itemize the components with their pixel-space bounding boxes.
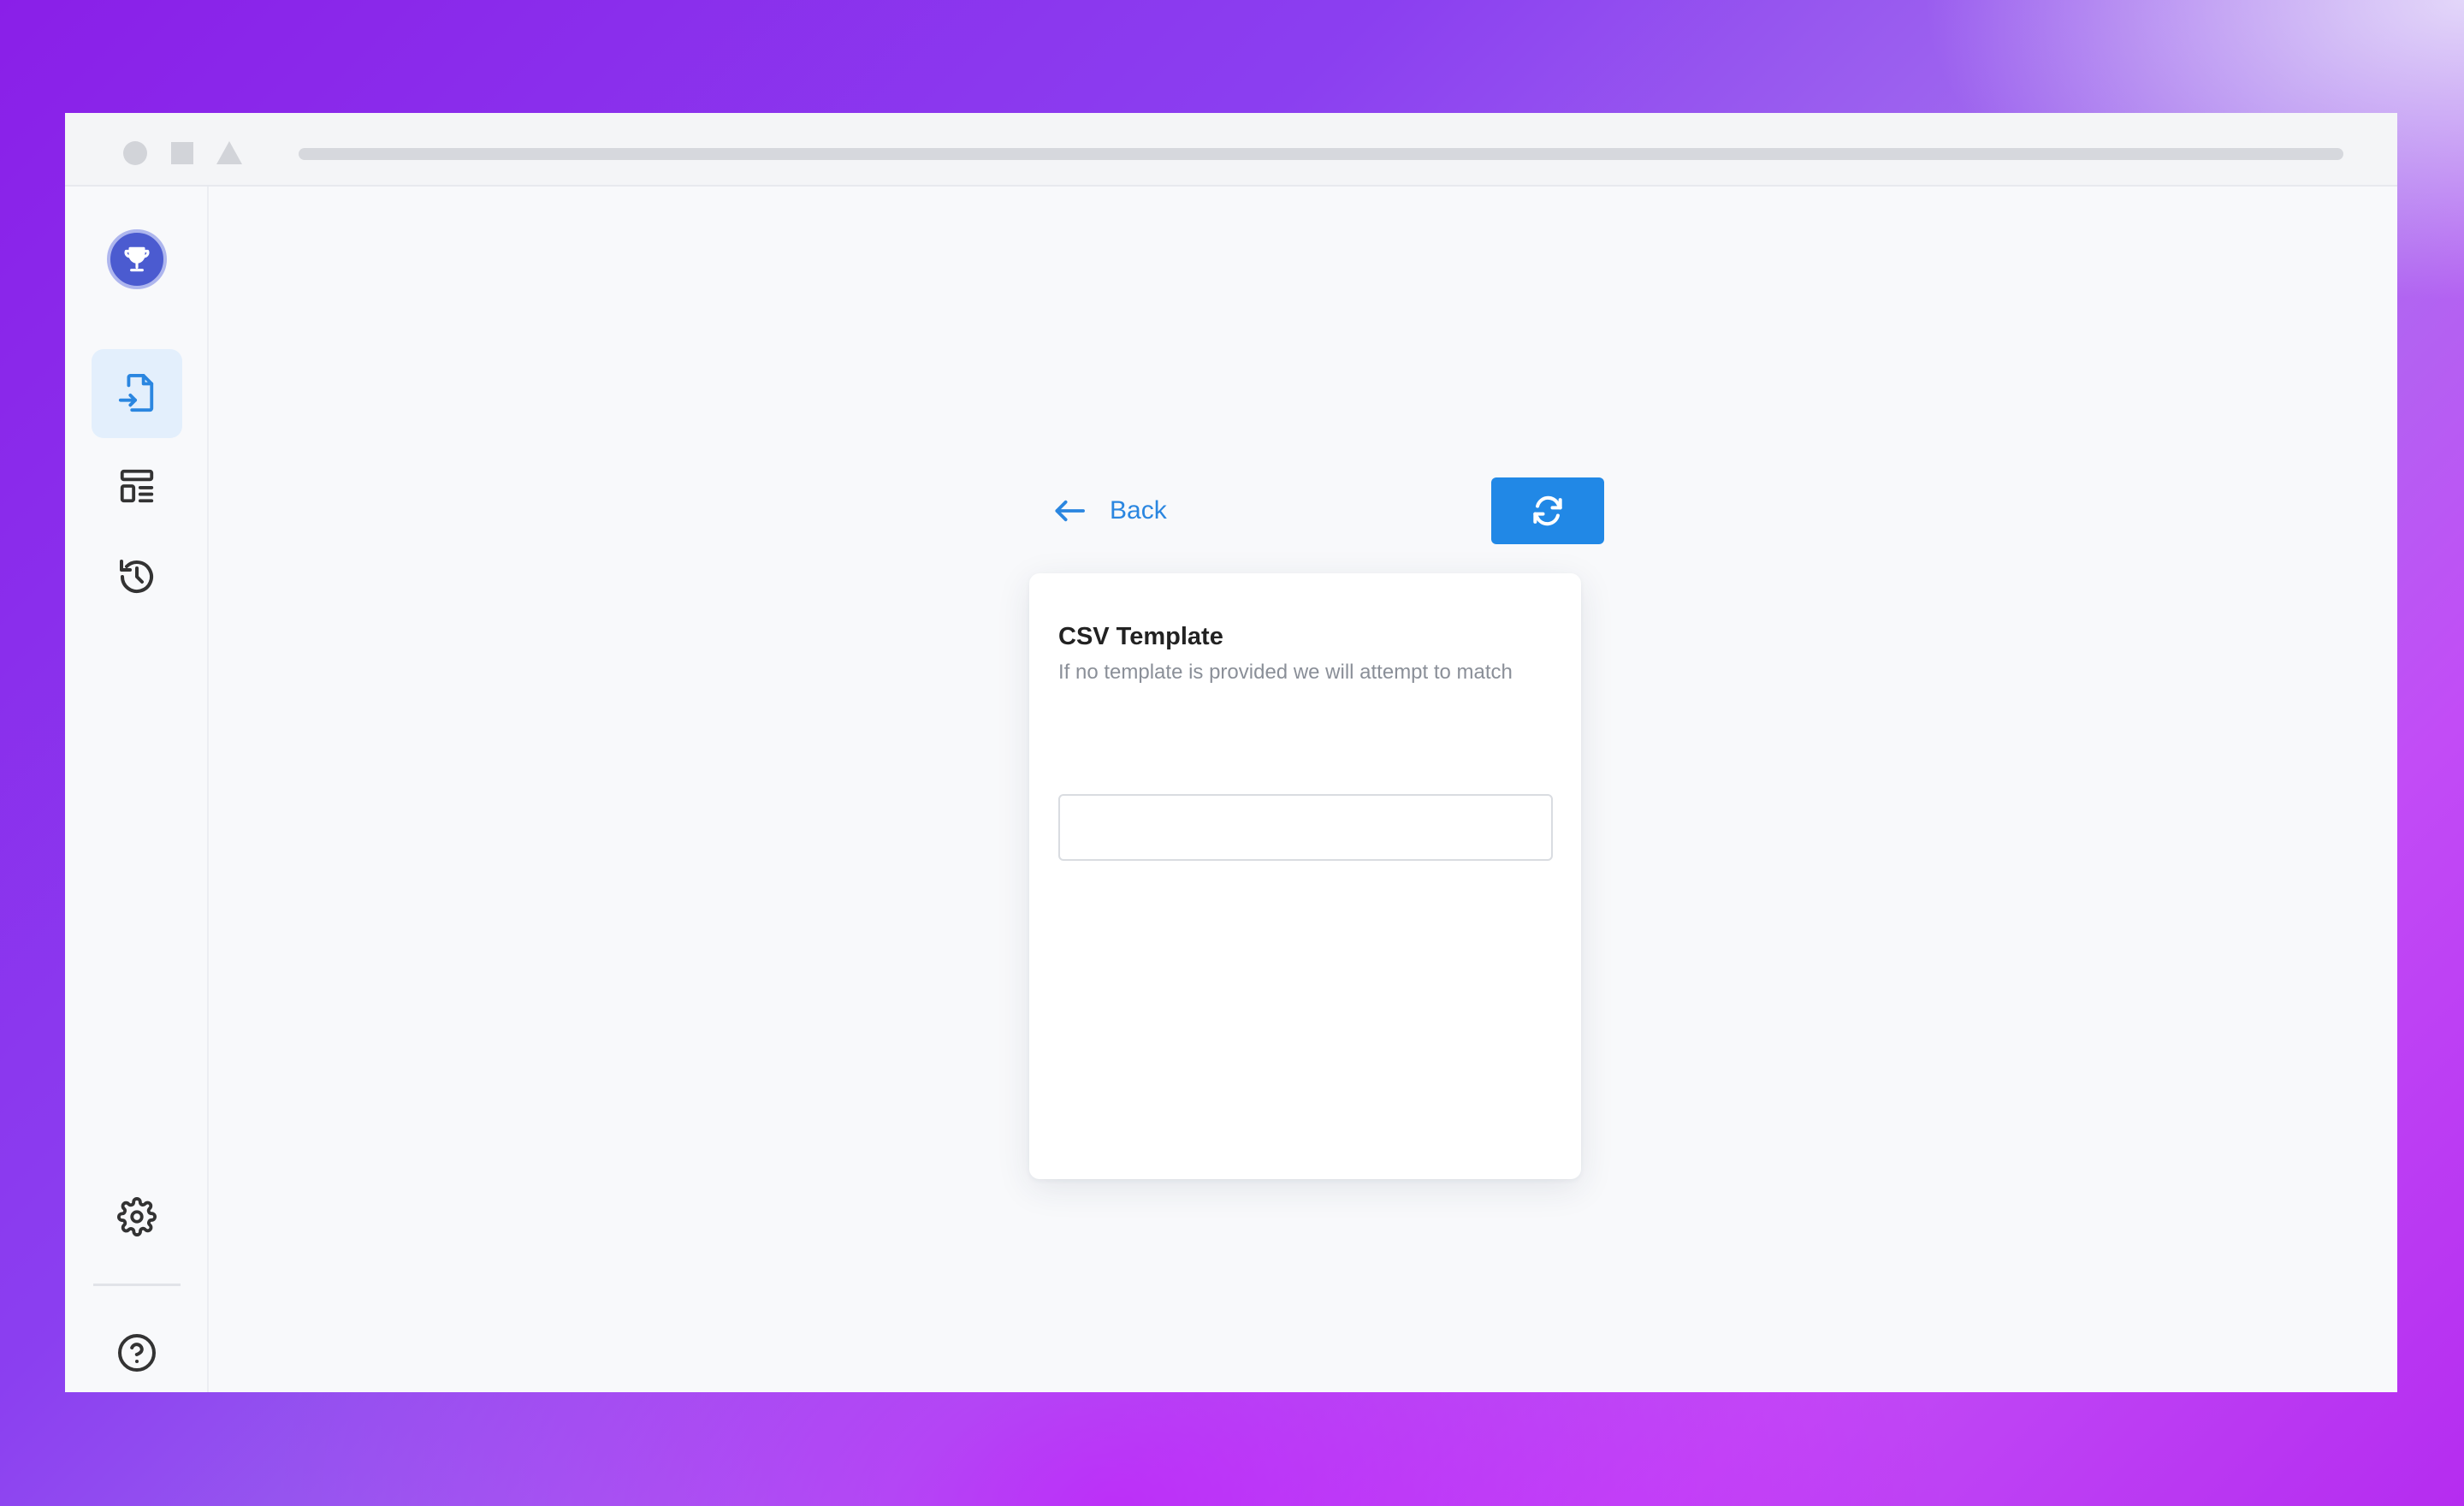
sidebar-item-help[interactable] bbox=[92, 1308, 182, 1392]
import-form-card: CSV Template If no template is provided … bbox=[1029, 573, 1581, 1179]
back-label: Back bbox=[1110, 496, 1167, 525]
refresh-button[interactable] bbox=[1491, 477, 1604, 544]
window-square-control[interactable] bbox=[171, 142, 193, 164]
app-window: Back CSV Template If no template is prov… bbox=[65, 113, 2397, 1392]
window-triangle-control[interactable] bbox=[216, 141, 242, 164]
refresh-icon bbox=[1533, 495, 1562, 526]
csv-template-label: CSV Template bbox=[1058, 623, 1223, 650]
address-bar[interactable] bbox=[299, 148, 2343, 160]
sidebar bbox=[65, 187, 209, 1392]
sidebar-item-history[interactable] bbox=[92, 532, 182, 621]
templates-icon bbox=[120, 469, 154, 503]
form-topbar: Back bbox=[1053, 477, 1604, 544]
sidebar-divider bbox=[93, 1284, 181, 1286]
sidebar-item-settings[interactable] bbox=[92, 1172, 182, 1261]
sidebar-item-import[interactable] bbox=[92, 349, 182, 438]
trophy-icon[interactable] bbox=[107, 229, 167, 289]
history-icon bbox=[120, 560, 153, 594]
gear-icon bbox=[117, 1197, 157, 1236]
arrow-left-icon bbox=[1055, 500, 1085, 522]
sidebar-item-templates[interactable] bbox=[92, 442, 182, 531]
csv-template-hint: If no template is provided we will attem… bbox=[1058, 661, 1513, 684]
window-circle-control[interactable] bbox=[123, 141, 147, 165]
window-titlebar bbox=[65, 113, 2397, 187]
back-link[interactable]: Back bbox=[1053, 477, 1167, 544]
csv-template-select[interactable] bbox=[1058, 794, 1553, 861]
file-import-icon bbox=[118, 373, 154, 412]
help-icon bbox=[118, 1334, 156, 1372]
